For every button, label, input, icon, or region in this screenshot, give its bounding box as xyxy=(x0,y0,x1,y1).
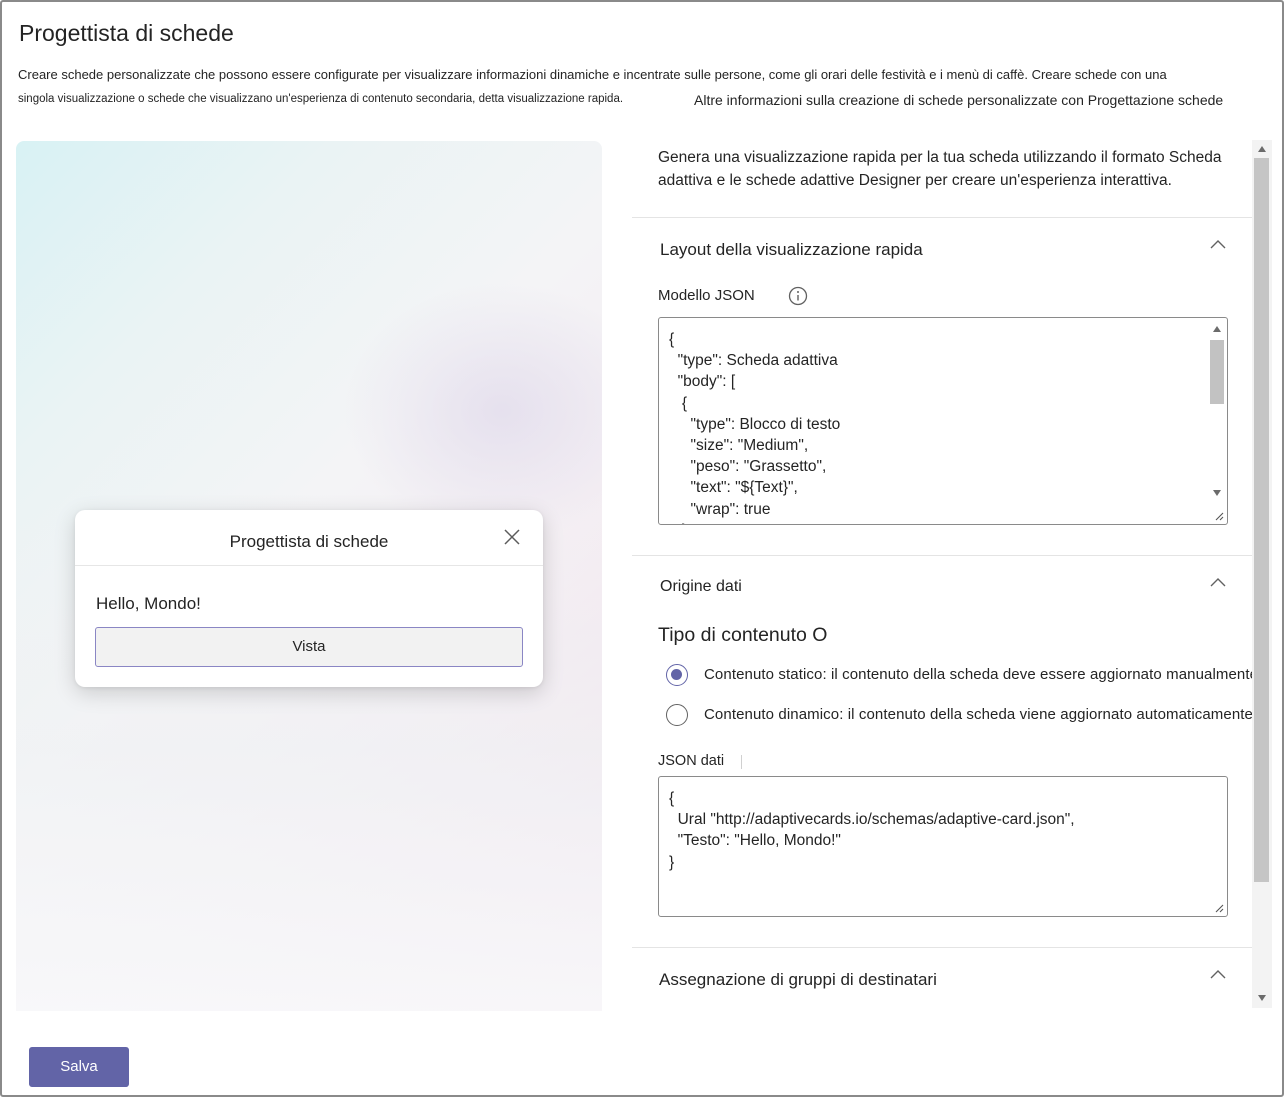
radio-static-label: Contenuto statico: il contenuto della sc… xyxy=(704,666,1259,683)
learn-more-link[interactable]: Altre informazioni sulla creazione di sc… xyxy=(694,92,1223,108)
panel-scrollbar[interactable] xyxy=(1252,140,1272,1008)
card-divider xyxy=(75,565,543,566)
close-icon[interactable] xyxy=(503,528,521,546)
section-divider xyxy=(632,947,1252,948)
card-view-button[interactable]: Vista xyxy=(95,627,523,667)
data-json-text[interactable]: { Ural "http://adaptivecards.io/schemas/… xyxy=(659,777,1227,873)
scroll-down-arrow-icon[interactable] xyxy=(1258,995,1266,1001)
radio-button[interactable] xyxy=(666,704,688,726)
json-template-text[interactable]: { "type": Scheda adattiva "body": [ { "t… xyxy=(659,318,1227,524)
scroll-up-arrow-icon[interactable] xyxy=(1213,326,1221,332)
scroll-down-arrow-icon[interactable] xyxy=(1213,490,1221,496)
section-divider xyxy=(632,555,1252,556)
card-title: Progettista di schede xyxy=(229,532,389,551)
resize-grip-icon[interactable] xyxy=(1214,511,1224,521)
json-template-label: Modello JSON xyxy=(658,287,755,304)
card-text: Hello, Mondo! xyxy=(96,594,201,613)
info-icon[interactable] xyxy=(788,286,808,306)
quick-view-layout-heading[interactable]: Layout della visualizzazione rapida xyxy=(660,240,923,260)
label-cursor-mark xyxy=(741,755,742,769)
audience-targeting-heading[interactable]: Assegnazione di gruppi di destinatari xyxy=(659,970,937,990)
page-description-line-2: singola visualizzazione o schede che vis… xyxy=(18,93,624,105)
content-type-title: Tipo di contenuto O xyxy=(658,624,828,646)
quick-view-card: Progettista di schede Hello, Mondo! Vist… xyxy=(75,510,543,687)
page-title: Progettista di schede xyxy=(19,20,234,46)
panel-intro: Genera una visualizzazione rapida per la… xyxy=(658,149,1222,189)
json-template-scroll-thumb[interactable] xyxy=(1210,340,1224,404)
chevron-up-icon[interactable] xyxy=(1209,238,1227,250)
json-template-editor[interactable]: { "type": Scheda adattiva "body": [ { "t… xyxy=(658,317,1228,525)
radio-dynamic-label: Contenuto dinamico: il contenuto della s… xyxy=(704,706,1253,723)
scroll-up-arrow-icon[interactable] xyxy=(1258,146,1266,152)
save-button[interactable]: Salva xyxy=(29,1047,129,1087)
chevron-up-icon[interactable] xyxy=(1209,968,1227,980)
resize-grip-icon[interactable] xyxy=(1214,903,1224,913)
json-template-scrollbar[interactable] xyxy=(1209,320,1225,510)
data-source-heading[interactable]: Origine dati xyxy=(660,578,742,596)
section-divider xyxy=(632,217,1252,218)
chevron-up-icon[interactable] xyxy=(1209,576,1227,588)
panel-scroll-thumb[interactable] xyxy=(1254,158,1269,882)
card-preview-area: Progettista di schede Hello, Mondo! Vist… xyxy=(16,141,602,1011)
radio-button-selected[interactable] xyxy=(666,664,688,686)
page-description-line-1: Creare schede personalizzate che possono… xyxy=(18,67,1167,82)
data-json-editor[interactable]: { Ural "http://adaptivecards.io/schemas/… xyxy=(658,776,1228,917)
data-json-label: JSON dati xyxy=(658,753,725,769)
